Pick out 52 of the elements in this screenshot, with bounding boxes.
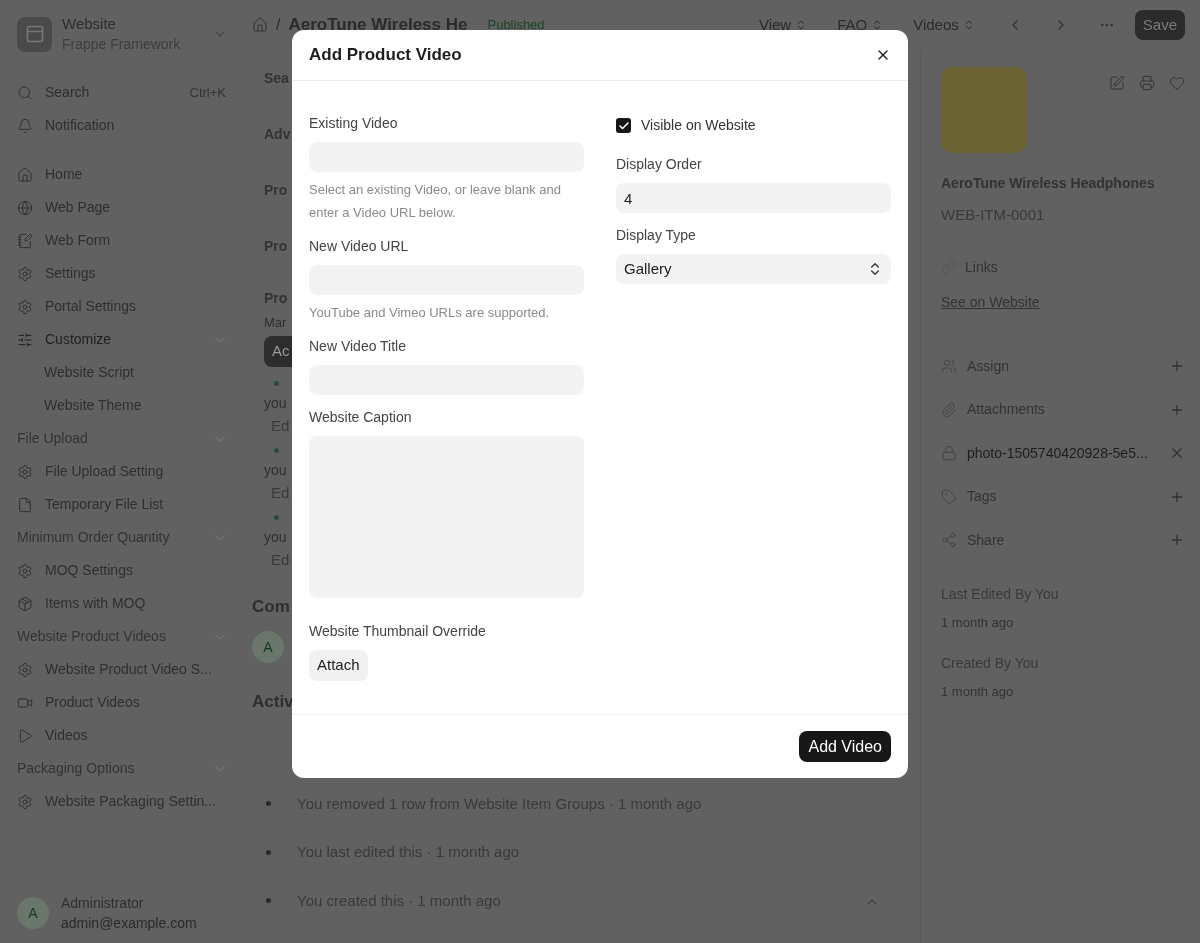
checkbox[interactable] <box>616 118 631 133</box>
field-label: Website Caption <box>309 408 413 427</box>
gear-icon <box>17 265 33 282</box>
field-label: New Video URL <box>309 237 410 256</box>
field-description: Select an existing Video, or leave blank and enter a Video URL below. <box>309 181 562 222</box>
gear-icon <box>17 793 33 810</box>
paperclip-icon <box>941 401 957 418</box>
breadcrumb-separator: / <box>276 15 281 35</box>
save-button[interactable]: Save <box>1134 10 1185 40</box>
heart-icon[interactable] <box>1169 75 1185 91</box>
dialog-title: Add Product Video <box>309 44 462 67</box>
field-label: Display Order <box>616 155 703 174</box>
status-label: Published <box>487 16 545 35</box>
add-video-button[interactable]: Add Video <box>799 731 891 762</box>
user-email: admin@example.com <box>61 914 197 933</box>
search-icon <box>17 84 33 101</box>
edit-icon[interactable] <box>1109 75 1125 91</box>
home-icon <box>17 166 33 183</box>
select-value: Gallery <box>624 258 672 279</box>
field-label: Website Thumbnail Override <box>309 622 487 641</box>
checkbox-label: Visible on Website <box>641 116 756 135</box>
home-icon[interactable] <box>252 17 268 33</box>
avatar: A <box>252 631 284 663</box>
gear-icon <box>17 661 33 678</box>
bell-icon <box>17 117 33 134</box>
form-icon <box>17 232 33 249</box>
field-description: YouTube and Vimeo URLs are supported. <box>309 304 551 322</box>
globe-icon <box>17 199 33 216</box>
sliders-icon <box>17 331 33 348</box>
share-icon <box>941 532 957 549</box>
user-avatar[interactable]: A <box>17 897 49 929</box>
tag-icon <box>941 488 957 505</box>
field-label: New Video Title <box>309 337 407 356</box>
attach-button[interactable]: Attach <box>309 650 368 681</box>
file-icon <box>17 496 33 513</box>
input-field[interactable]: 4 <box>616 183 891 213</box>
print-icon[interactable] <box>1139 75 1155 91</box>
attachment-file[interactable]: photo-1505740420928-5e5... <box>967 442 1169 464</box>
box-icon <box>17 595 33 612</box>
play-icon <box>17 727 33 744</box>
field-label: Existing Video <box>309 114 399 133</box>
lock-icon <box>941 445 957 462</box>
select-field[interactable]: Gallery <box>616 254 891 284</box>
users-icon <box>941 358 957 375</box>
gear-icon <box>17 298 33 315</box>
add-button[interactable]: Ac <box>264 336 294 367</box>
app-logo[interactable] <box>17 16 52 52</box>
gear-icon <box>17 463 33 480</box>
sidebar-item[interactable]: Customize <box>45 329 212 350</box>
dropdown-button[interactable]: Videos <box>913 13 975 37</box>
field-label: Display Type <box>616 226 697 245</box>
gear-icon <box>17 562 33 579</box>
